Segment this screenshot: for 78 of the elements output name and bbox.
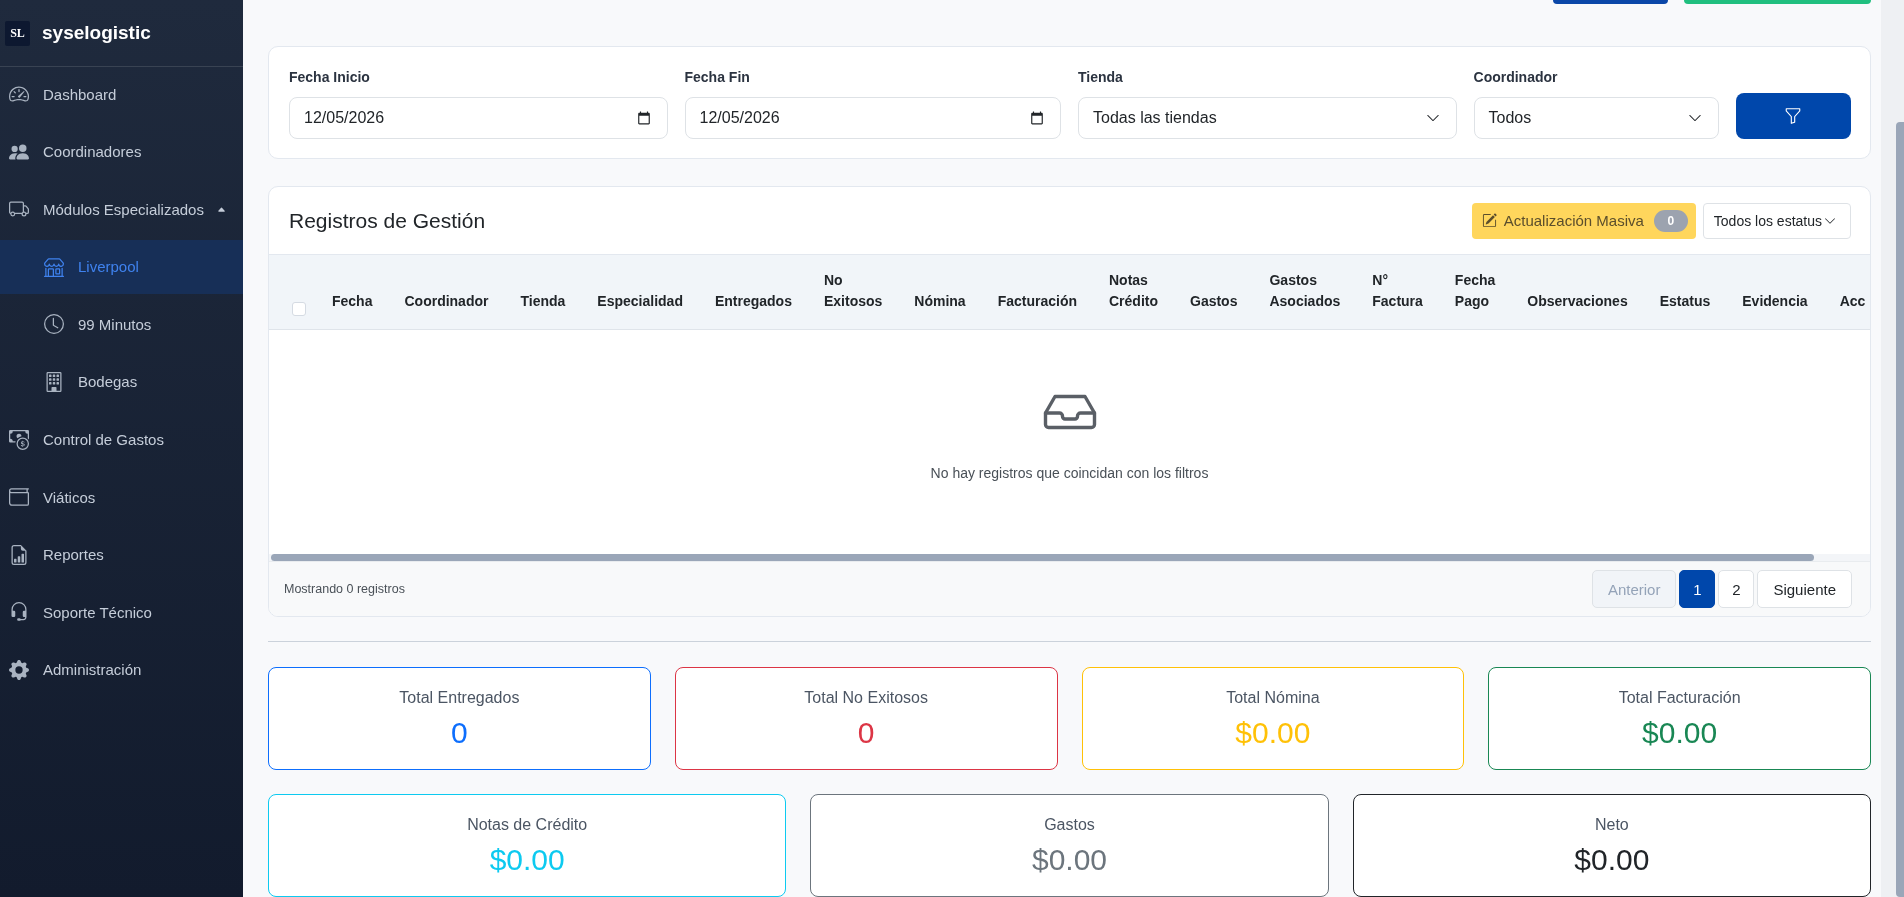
storefront-icon <box>44 256 64 277</box>
sidebar-item[interactable]: Módulos Especializados <box>0 182 243 237</box>
stat-label: Total Facturación <box>1618 688 1741 708</box>
field-label: Coordinador <box>1473 69 1559 86</box>
stat-value: $0.00 <box>1574 842 1650 878</box>
speedometer-icon <box>9 84 29 104</box>
status-select[interactable]: Todos los estatus <box>1702 202 1851 239</box>
column-header: Notas Crédito <box>1093 255 1174 330</box>
stat-value: 0 <box>451 715 468 751</box>
panel-title: Registros de Gestión <box>289 208 486 233</box>
stat-value: 0 <box>857 715 875 751</box>
stat-label: Total No Exitosos <box>804 688 928 708</box>
sidebar-subitem[interactable]: Liverpool <box>0 239 243 294</box>
column-header: Coordinador <box>388 255 505 330</box>
sidebar-subitem[interactable]: 99 Minutos <box>0 297 243 352</box>
stat-label: Gastos <box>1044 815 1095 835</box>
column-header: Gastos <box>1174 255 1254 330</box>
headset-icon <box>9 602 29 623</box>
bulk-update-button[interactable]: Actualización Masiva 0 <box>1471 202 1696 239</box>
stat-value: $0.00 <box>1031 842 1108 878</box>
column-header: Observaciones <box>1511 255 1644 330</box>
column-header: Nómina <box>898 255 982 330</box>
wallet-icon <box>9 487 29 508</box>
page-button[interactable]: 2 <box>1718 570 1755 608</box>
records-count: Mostrando 0 registros <box>284 582 405 596</box>
filter-button[interactable] <box>1735 93 1851 139</box>
column-header: N° Factura <box>1356 255 1439 330</box>
stat-label: Total Nómina <box>1226 688 1320 708</box>
cash-coin-icon <box>9 429 29 450</box>
select-all-checkbox[interactable] <box>292 302 306 316</box>
column-header: Facturación <box>981 255 1093 330</box>
sidebar-item[interactable]: Viáticos <box>0 470 243 525</box>
column-header: Fecha <box>316 255 389 330</box>
sidebar-item[interactable]: Coordinadores <box>0 124 243 179</box>
calendar-icon <box>636 111 651 125</box>
select-dropdown[interactable]: Todos <box>1473 97 1719 139</box>
building-icon <box>44 371 64 392</box>
header-button[interactable] <box>1553 0 1668 4</box>
chart-file-icon <box>9 544 29 565</box>
stat-label: Total Entregados <box>399 688 520 708</box>
header-button[interactable] <box>1684 0 1871 4</box>
page-button[interactable]: 1 <box>1679 570 1716 608</box>
page-scrollbar-thumb[interactable] <box>1896 122 1904 897</box>
column-header: Estatus <box>1643 255 1727 330</box>
stat-value: $0.00 <box>1642 715 1718 751</box>
clock-icon <box>44 314 64 335</box>
stat-value: $0.00 <box>1235 715 1311 751</box>
sidebar-item[interactable]: Control de Gastos <box>0 412 243 467</box>
column-header: No Exitosos <box>807 255 899 330</box>
field-label: Fecha Inicio <box>289 69 371 86</box>
field-label: Tienda <box>1078 69 1124 86</box>
field-label: Fecha Fin <box>684 69 751 86</box>
select-dropdown[interactable]: Todas las tiendas <box>1078 97 1457 139</box>
sidebar-subitem[interactable]: Bodegas <box>0 354 243 409</box>
funnel-icon <box>1784 107 1803 125</box>
count-badge: 0 <box>1653 209 1688 232</box>
column-header: Especialidad <box>581 255 699 330</box>
column-header: Fecha Pago <box>1438 255 1512 330</box>
date-input[interactable]: 12/05/2026 <box>684 97 1061 139</box>
column-header: Entregados <box>698 255 808 330</box>
column-header: Gastos Asociados <box>1253 255 1357 330</box>
column-header: Evidencia <box>1726 255 1824 330</box>
stat-label: Notas de Crédito <box>467 815 588 835</box>
date-input[interactable]: 12/05/2026 <box>289 97 668 139</box>
column-header: Tienda <box>504 255 582 330</box>
sidebar-item[interactable]: Administración <box>0 642 243 697</box>
stat-value: $0.00 <box>489 842 565 878</box>
sidebar-item[interactable]: Soporte Técnico <box>0 585 243 640</box>
brand-name: syselogistic <box>42 22 151 44</box>
inbox-icon <box>1042 394 1097 430</box>
sidebar-item[interactable]: Dashboard <box>0 67 243 121</box>
gear-icon <box>9 659 29 680</box>
brand-logo: SL <box>5 20 30 46</box>
empty-message: No hay registros que coincidan con los filtros <box>930 465 1209 482</box>
next-button[interactable]: Siguiente <box>1757 570 1852 608</box>
sidebar-item[interactable]: Reportes <box>0 527 243 582</box>
calendar-icon <box>1030 111 1044 125</box>
stat-label: Neto <box>1594 815 1629 835</box>
